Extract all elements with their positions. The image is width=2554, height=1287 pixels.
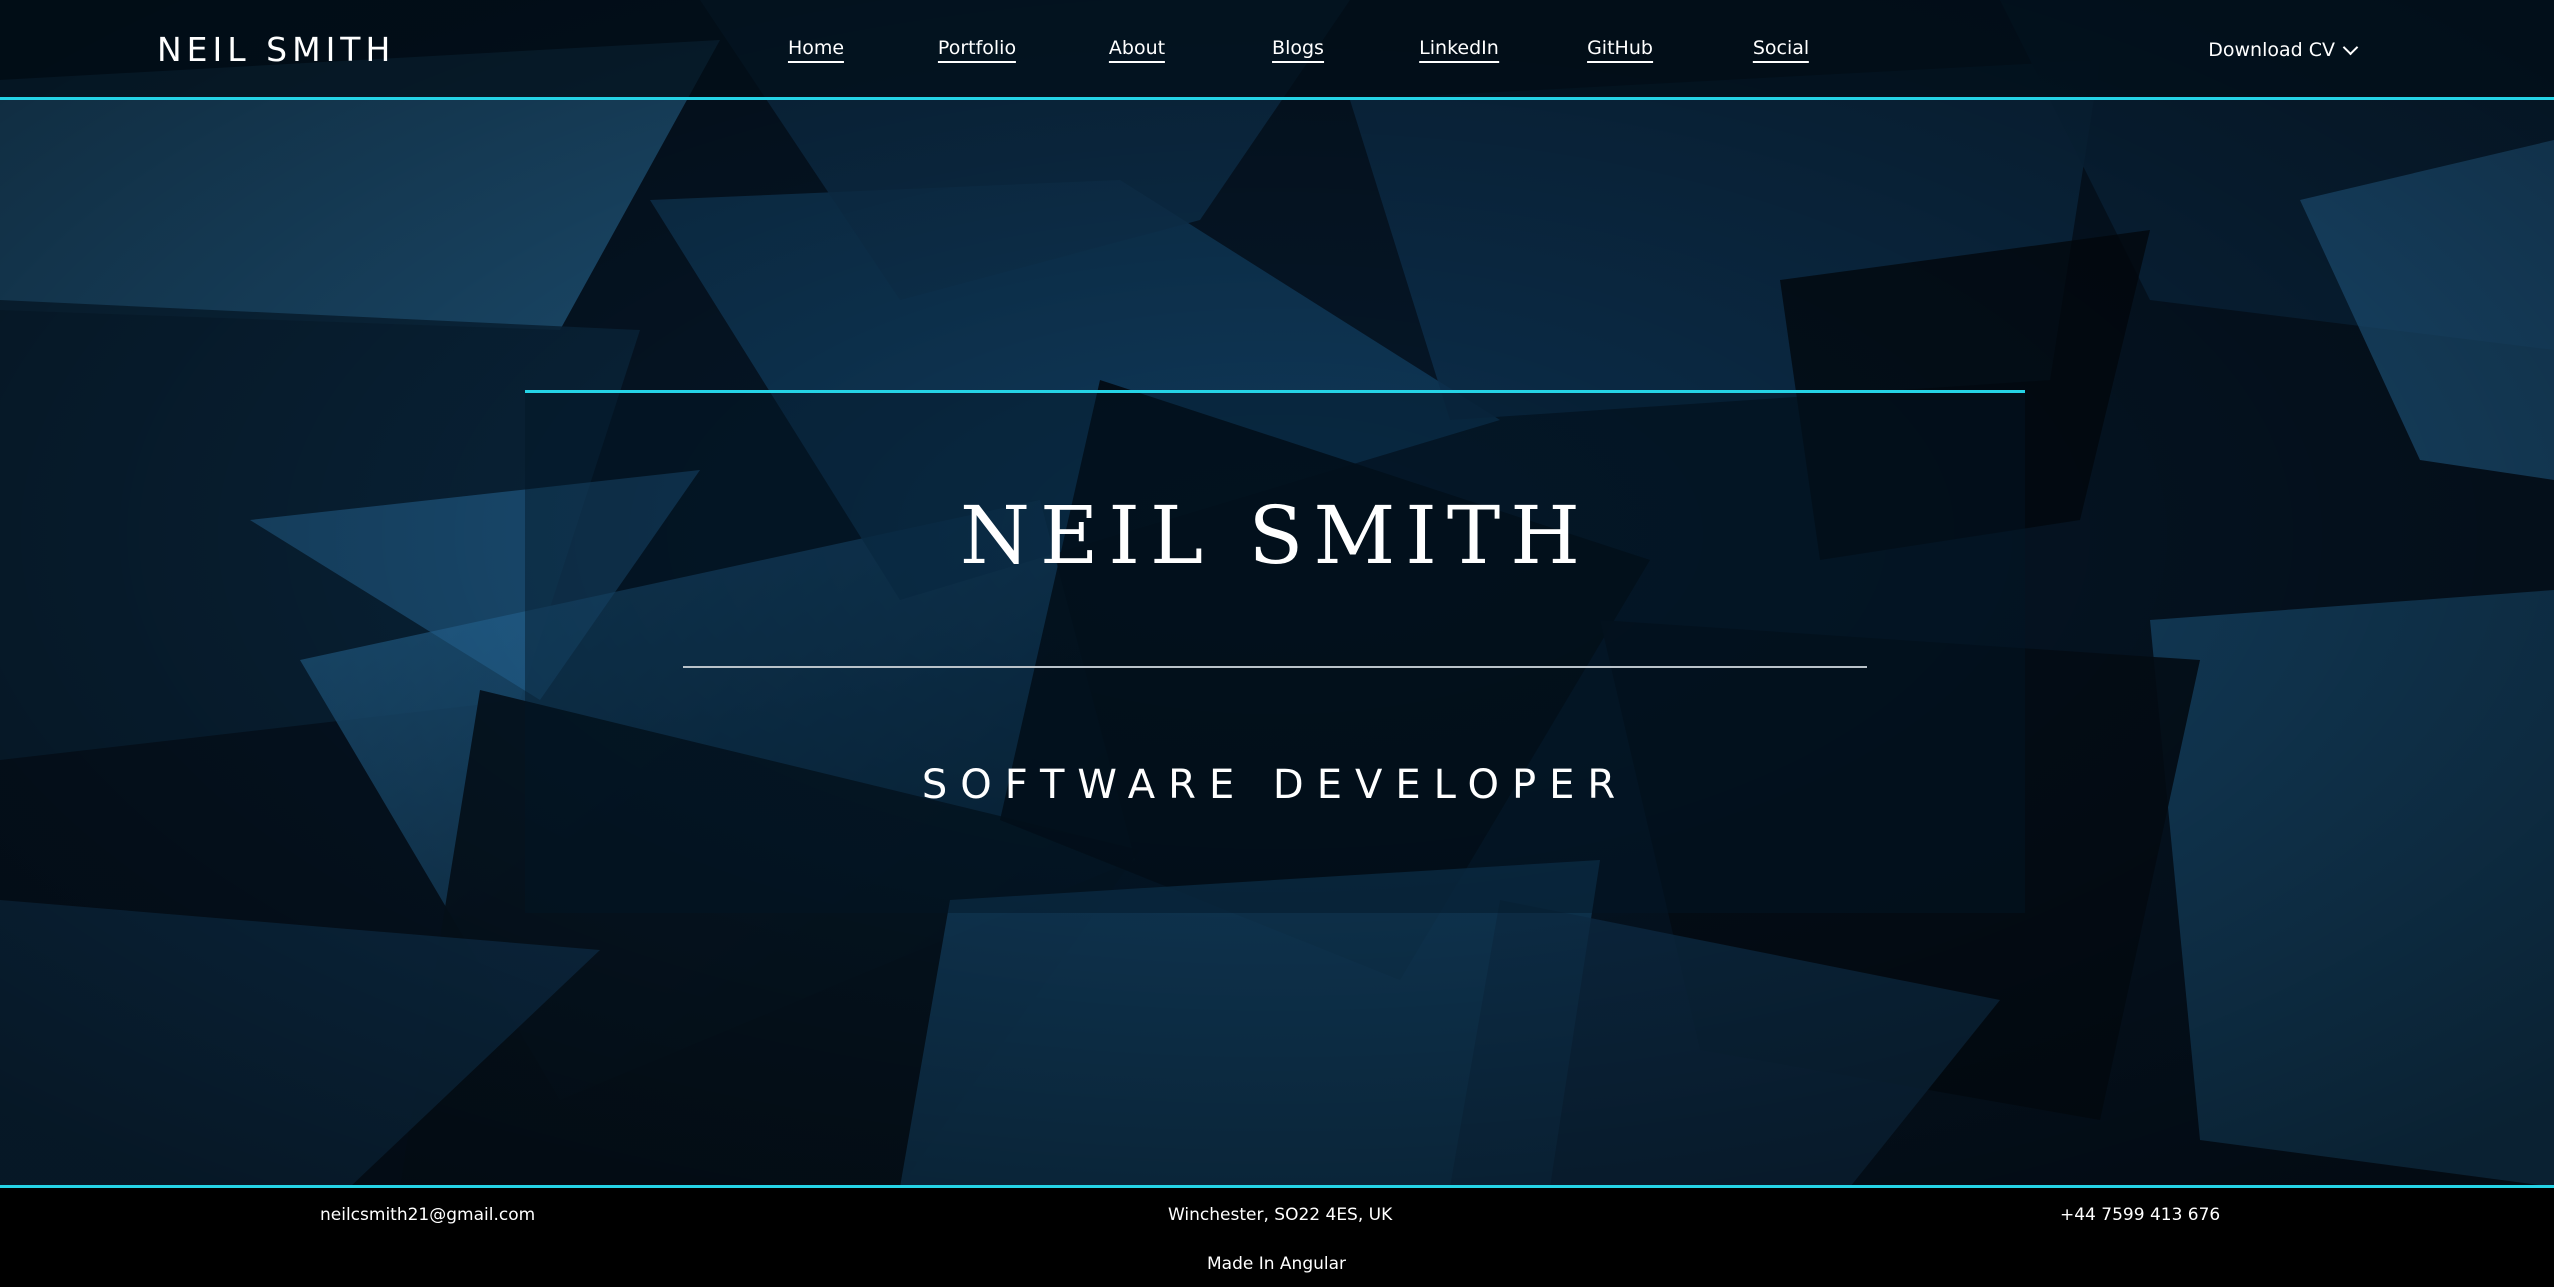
nav-item-blogs[interactable]: Blogs	[1272, 36, 1324, 63]
nav-item-label: About	[1108, 36, 1166, 63]
top-navbar: NEIL SMITH Home Portfolio About Blogs Li…	[0, 0, 2554, 100]
hero-title: NEIL SMITH	[960, 489, 1590, 582]
footer: neilcsmith21@gmail.com Winchester, SO22 …	[0, 1185, 2554, 1287]
nav-item-label: Social	[1752, 36, 1810, 63]
nav-item-label: GitHub	[1587, 36, 1653, 63]
nav-item-portfolio[interactable]: Portfolio	[937, 36, 1017, 63]
nav-item-linkedin[interactable]: LinkedIn	[1419, 36, 1499, 63]
chevron-down-icon	[2342, 39, 2359, 55]
nav-item-social[interactable]: Social	[1752, 36, 1810, 63]
download-cv-dropdown[interactable]: Download CV	[2208, 38, 2359, 62]
download-cv-label: Download CV	[2208, 39, 2335, 61]
hero-divider	[683, 666, 1867, 668]
nav-item-label: LinkedIn	[1419, 36, 1499, 63]
nav-item-label: Portfolio	[937, 36, 1017, 63]
nav-item-label: Home	[787, 36, 845, 63]
hero-subtitle: SOFTWARE DEVELOPER	[921, 762, 1629, 808]
footer-address: Winchester, SO22 4ES, UK	[1168, 1205, 1393, 1225]
nav-item-about[interactable]: About	[1108, 36, 1166, 63]
nav-item-home[interactable]: Home	[787, 36, 845, 63]
page: NEIL SMITH Home Portfolio About Blogs Li…	[0, 0, 2554, 1287]
brand-logo[interactable]: NEIL SMITH	[157, 30, 395, 70]
footer-made-in: Made In Angular	[1207, 1254, 1347, 1274]
footer-email[interactable]: neilcsmith21@gmail.com	[320, 1204, 535, 1226]
footer-phone[interactable]: +44 7599 413 676	[2060, 1204, 2220, 1226]
nav-item-label: Blogs	[1272, 36, 1324, 63]
hero-card: NEIL SMITH SOFTWARE DEVELOPER	[525, 390, 2025, 913]
nav-item-github[interactable]: GitHub	[1587, 36, 1653, 63]
